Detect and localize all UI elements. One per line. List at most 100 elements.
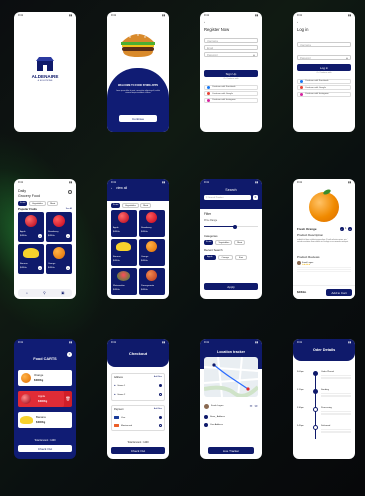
chip-vegetables[interactable]: Vegetables <box>121 203 139 208</box>
google-icon <box>207 92 210 96</box>
product-card[interactable]: Strawberry $4/Kilo <box>139 210 165 237</box>
quantity-stepper: − 1 + <box>339 226 352 231</box>
search-icon[interactable] <box>68 190 72 194</box>
screen-order-details: 9:41 ▮▮ Oder Details 9:00pm Order Placed … <box>293 339 355 459</box>
back-icon[interactable]: ‹ <box>204 20 205 24</box>
username-field[interactable]: Username <box>204 38 258 43</box>
add-new-link[interactable]: Add New <box>154 408 162 410</box>
decrease-button[interactable]: − <box>339 226 344 231</box>
instagram-button[interactable]: Continue with Instagram <box>297 91 351 97</box>
product-card[interactable]: Strawberry $4/Kilo + <box>46 212 72 242</box>
radio-button[interactable] <box>159 416 162 419</box>
sign-up-button[interactable]: Sign Up <box>204 70 258 77</box>
orange-icon <box>53 247 65 259</box>
increase-button[interactable]: + <box>348 226 352 231</box>
category-chips: Fruits Vegetables Meat <box>18 201 59 206</box>
product-card[interactable]: Banana $4/Kilo + <box>18 244 44 274</box>
address-section: Address Add New ● Home 1 ● Home 2 <box>111 373 165 401</box>
chip-fruits[interactable]: Fruits <box>204 240 214 245</box>
google-button[interactable]: Continue with Google <box>297 85 351 91</box>
product-card[interactable]: Pomegranate $4/Kilo <box>139 268 165 295</box>
message-icon[interactable]: ✉ <box>250 404 253 408</box>
address-option[interactable]: ● Home 2 <box>114 391 162 398</box>
email-field[interactable]: Email <box>204 45 258 50</box>
screen-cart: 9:41 ▮▮ Food CARTS × Orange $400/Kg Apple… <box>14 339 76 459</box>
chip-meat[interactable]: Meat <box>47 201 59 206</box>
review-text <box>297 267 351 272</box>
phone-icon[interactable]: ☏ <box>254 404 258 408</box>
username-field[interactable]: Username <box>297 42 351 47</box>
add-to-cart-icon[interactable]: + <box>66 234 70 238</box>
search-icon[interactable]: ⚲ <box>43 291 45 295</box>
check-out-button[interactable]: Check Out <box>18 445 72 452</box>
apply-button[interactable]: Apply <box>204 283 258 290</box>
product-card[interactable]: Watermelon $4/Kilo <box>111 268 137 295</box>
eye-icon[interactable]: ◉ <box>253 54 255 57</box>
price-range-slider[interactable] <box>204 224 258 229</box>
radio-button[interactable] <box>159 393 162 396</box>
payment-option[interactable]: Mastercard <box>114 422 162 429</box>
facebook-button[interactable]: Continue with Facebook <box>204 84 258 90</box>
continue-button[interactable]: Continue <box>119 115 157 122</box>
facebook-icon <box>300 79 303 83</box>
add-to-cart-button[interactable]: Add to Cart <box>326 289 352 296</box>
screen-view-all: 9:41 ▮▮ ‹ view all Fruits Vegetables Meat… <box>107 179 169 299</box>
product-card[interactable]: Orange $4/Kilo + <box>46 244 72 274</box>
apple-icon <box>21 394 31 404</box>
banana-icon <box>20 416 33 424</box>
slider-handle[interactable] <box>233 224 237 229</box>
product-card[interactable]: Banana $4/Kilo <box>111 239 137 266</box>
apple-icon <box>25 215 37 227</box>
search-title: Search <box>225 188 237 192</box>
instagram-button[interactable]: Continue with Instagram <box>204 97 258 103</box>
add-to-cart-icon[interactable]: + <box>66 266 70 270</box>
product-card[interactable]: Orange $4/Kilo <box>139 239 165 266</box>
orange-image <box>309 192 339 222</box>
product-card[interactable]: Apple $4/Kilo + <box>18 212 44 242</box>
back-icon[interactable]: ‹ <box>111 186 112 190</box>
screen-search: 9:41 ▮▮ Search ⚲ Search Product ≡ Filter … <box>200 179 262 299</box>
eye-icon[interactable]: ◉ <box>346 57 348 60</box>
close-icon[interactable]: × <box>67 352 72 357</box>
avatar <box>204 403 209 409</box>
home-icon[interactable]: ⌂ <box>26 291 28 295</box>
see-all-link[interactable]: See All <box>66 208 72 210</box>
login-button[interactable]: Log in <box>297 64 351 71</box>
chip-vegetables[interactable]: Vegetables <box>215 240 233 245</box>
add-to-cart-icon[interactable]: + <box>38 234 42 238</box>
back-icon[interactable]: ‹ <box>297 20 298 24</box>
add-new-link[interactable]: Add New <box>154 376 162 378</box>
chip-meat[interactable]: Meat <box>140 203 152 208</box>
chip-fruits[interactable]: Fruits <box>18 201 28 206</box>
radio-button[interactable] <box>159 424 162 427</box>
recent-chip[interactable]: Kiwi <box>234 255 247 260</box>
radio-button[interactable] <box>159 384 162 387</box>
facebook-button[interactable]: Continue with Facebook <box>297 78 351 84</box>
recent-chip[interactable]: Orange <box>217 255 233 260</box>
payment-option[interactable]: Visa <box>114 414 162 421</box>
product-card[interactable]: Apple $4/Kilo <box>111 210 137 237</box>
map-view[interactable] <box>204 357 258 397</box>
cart-item[interactable]: Banana $400/Kg <box>18 412 72 428</box>
home-title-line1: Daily <box>18 189 26 193</box>
chip-vegetables[interactable]: Vegetables <box>28 201 46 206</box>
live-tracker-button[interactable]: Live Tracker <box>208 447 254 454</box>
search-input[interactable]: ⚲ Search Product <box>204 195 251 200</box>
google-button[interactable]: Continue with Google <box>204 91 258 97</box>
cart-item[interactable]: Orange $400/Kg <box>18 370 72 386</box>
password-field[interactable]: Password ◉ <box>297 55 351 60</box>
filter-icon[interactable]: ≡ <box>253 195 258 200</box>
address-option[interactable]: ● Home 1 <box>114 382 162 389</box>
cart-icon[interactable]: ▣ <box>61 291 64 295</box>
chip-fruits[interactable]: Fruits <box>111 203 121 208</box>
instagram-icon <box>207 98 210 102</box>
add-to-cart-icon[interactable]: + <box>38 266 42 270</box>
recent-chip[interactable]: Apple <box>204 255 216 260</box>
password-field[interactable]: Password ◉ <box>204 52 258 57</box>
check-out-button[interactable]: Check Out <box>111 447 165 454</box>
delete-icon[interactable]: 🗑 <box>65 396 70 401</box>
reviews-title: Product Reviews <box>297 255 320 259</box>
banana-icon <box>116 242 131 251</box>
cart-item-swiped[interactable]: Apple $400/Kg 🗑 <box>18 391 72 407</box>
chip-meat[interactable]: Meat <box>234 240 246 245</box>
